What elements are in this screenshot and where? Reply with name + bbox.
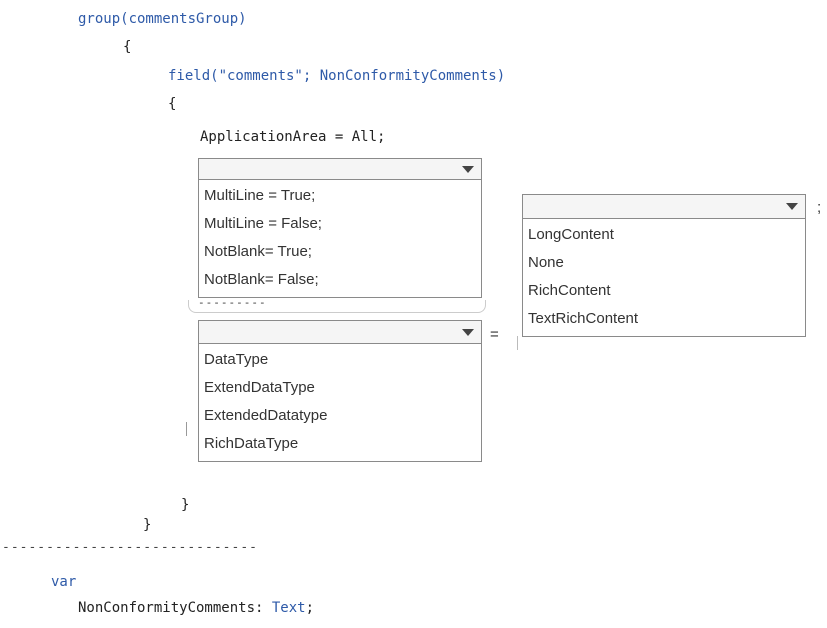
datatype-dropdown-header[interactable]: [198, 320, 482, 344]
dropdown-option[interactable]: NotBlank= True;: [199, 238, 481, 266]
close-brace-inner: }: [181, 497, 190, 513]
dropdown-option[interactable]: TextRichContent: [523, 305, 805, 333]
faint-bracket: [517, 336, 518, 350]
dropdown-option[interactable]: DataType: [199, 346, 481, 374]
var-keyword: var: [51, 574, 77, 590]
faint-bracket: [186, 422, 187, 436]
value-dropdown-list: LongContent None RichContent TextRichCon…: [522, 219, 806, 337]
var-decl-end: ;: [305, 600, 315, 616]
chevron-down-icon[interactable]: [455, 159, 481, 179]
dropdown-option[interactable]: MultiLine = True;: [199, 182, 481, 210]
datatype-equals: =: [490, 326, 499, 343]
dropdown-option[interactable]: None: [523, 249, 805, 277]
var-declaration: NonConformityComments: Text;: [78, 599, 314, 617]
dropdown-option[interactable]: RichDataType: [199, 430, 481, 458]
dropdown-option[interactable]: LongContent: [523, 221, 805, 249]
close-brace-outer: }: [143, 517, 152, 533]
group-line: group(commentsGroup): [78, 11, 247, 27]
chevron-down-icon[interactable]: [779, 195, 805, 218]
var-decl-type: Text: [271, 600, 306, 616]
dropdown-option[interactable]: MultiLine = False;: [199, 210, 481, 238]
property-dropdown[interactable]: MultiLine = True; MultiLine = False; Not…: [198, 158, 482, 298]
open-brace-outer: {: [123, 39, 132, 55]
value-dropdown-header[interactable]: [522, 194, 806, 219]
dropdown-option[interactable]: RichContent: [523, 277, 805, 305]
dropdown-option[interactable]: NotBlank= False;: [199, 266, 481, 294]
open-brace-inner: {: [168, 96, 177, 112]
var-decl-name: NonConformityComments:: [78, 600, 272, 616]
dropdown-option[interactable]: ExtendedDatatype: [199, 402, 481, 430]
value-dropdown[interactable]: LongContent None RichContent TextRichCon…: [522, 194, 806, 337]
field-line: field("comments"; NonConformityComments): [168, 68, 506, 84]
property-dropdown-list: MultiLine = True; MultiLine = False; Not…: [198, 180, 482, 298]
dropdown-option[interactable]: ExtendDataType: [199, 374, 481, 402]
dashes-mid: ---------: [198, 296, 267, 309]
chevron-down-icon[interactable]: [455, 321, 481, 343]
datatype-dropdown[interactable]: DataType ExtendDataType ExtendedDatatype…: [198, 320, 482, 462]
property-dropdown-header[interactable]: [198, 158, 482, 180]
separator-line: -----------------------------: [2, 540, 258, 555]
application-area-line: ApplicationArea = All;: [200, 129, 386, 145]
value-semicolon: ;: [817, 199, 822, 216]
datatype-dropdown-list: DataType ExtendDataType ExtendedDatatype…: [198, 344, 482, 462]
